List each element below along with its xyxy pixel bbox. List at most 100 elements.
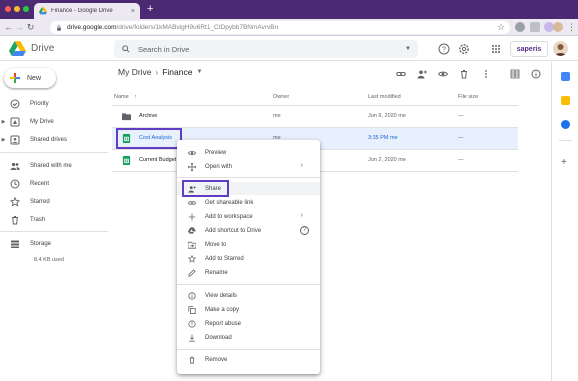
menu-item-view-details[interactable]: View details [177, 289, 320, 302]
close-window-button[interactable] [5, 6, 11, 12]
menu-item-report-abuse[interactable]: Report abuse [177, 317, 320, 330]
file-owner: me [273, 113, 281, 119]
menu-item-download[interactable]: Download [177, 331, 320, 344]
pencil-icon [188, 268, 196, 277]
expand-caret-icon[interactable]: ▶ [0, 137, 7, 143]
menu-item-label: Get shareable link [205, 199, 254, 206]
table-row[interactable]: Archive me Jun 9, 2020 me — [112, 106, 518, 127]
sidebar-item-starred[interactable]: Starred [0, 195, 108, 209]
minimize-window-button[interactable] [14, 6, 20, 12]
link-icon [188, 199, 196, 207]
trash-icon [188, 356, 196, 364]
sidebar-item-priority[interactable]: Priority [0, 97, 108, 111]
menu-item-label: Open with [205, 163, 233, 170]
column-header-owner: Owner [273, 94, 290, 100]
search-icon[interactable] [122, 45, 130, 53]
account-avatar[interactable] [553, 41, 568, 56]
menu-item-add-to-starred[interactable]: Add to Starred [177, 252, 320, 265]
help-icon[interactable]: ? [438, 43, 450, 55]
apps-grid-icon[interactable] [490, 43, 502, 55]
grid-view-icon[interactable] [510, 69, 520, 79]
menu-item-preview[interactable]: Preview [177, 146, 320, 159]
more-options-icon[interactable] [481, 69, 491, 79]
sidebar-item-label: Storage [30, 241, 52, 247]
sidebar-item-trash[interactable]: Trash [0, 213, 108, 227]
delete-icon[interactable] [459, 69, 469, 79]
breadcrumb-current-folder[interactable]: Finance [162, 67, 192, 77]
side-panel-rail: + [551, 62, 578, 381]
info-icon[interactable] [531, 69, 541, 79]
menu-item-label: Remove [205, 356, 228, 363]
window-controls [5, 6, 29, 12]
extension-icon[interactable] [530, 22, 540, 32]
keep-icon[interactable] [561, 96, 570, 105]
preview-eye-icon[interactable] [438, 69, 448, 79]
bookmark-star-icon[interactable]: ☆ [497, 22, 505, 33]
menu-item-label: Preview [205, 149, 227, 156]
sidebar-item-label: Recent [30, 181, 50, 187]
menu-item-label: Report abuse [205, 320, 242, 327]
search-options-icon[interactable]: ▼ [405, 46, 411, 52]
menu-item-label: View details [205, 292, 237, 299]
settings-icon[interactable] [458, 43, 470, 55]
sidebar-item-label: Shared with me [30, 163, 72, 169]
breadcrumb-my-drive[interactable]: My Drive [118, 67, 152, 77]
maximize-window-button[interactable] [23, 6, 29, 12]
sidebar: New Priority ▶ My Drive ▶ Shared drives … [0, 62, 108, 381]
info-icon [188, 291, 196, 300]
search-input[interactable]: Search in Drive ▼ [114, 40, 418, 58]
download-icon [188, 334, 196, 342]
add-addon-icon[interactable]: + [561, 158, 567, 168]
menu-item-add-to-workspace[interactable]: Add to workspace › [177, 210, 320, 223]
sidebar-item-my-drive[interactable]: ▶ My Drive [0, 115, 108, 129]
extension-icon[interactable] [515, 22, 525, 32]
menu-item-label: Make a copy [205, 306, 240, 313]
my-drive-icon [10, 117, 20, 127]
menu-item-remove[interactable]: Remove [177, 353, 320, 366]
forward-icon[interactable]: → [14, 22, 25, 32]
menu-item-rename[interactable]: Rename [177, 266, 320, 279]
share-person-icon[interactable] [417, 69, 427, 79]
profile-avatar[interactable] [553, 22, 563, 32]
url-input[interactable]: drive.google.com /drive/folders/1kMABvig… [50, 21, 510, 34]
help-circle-icon[interactable]: ? [300, 226, 309, 235]
sidebar-item-shared-with-me[interactable]: Shared with me [0, 159, 108, 173]
sort-arrow-icon[interactable]: ↑ [134, 94, 137, 100]
app-name[interactable]: Drive [31, 43, 54, 54]
shared-drives-icon [10, 135, 20, 145]
link-icon[interactable] [396, 69, 406, 79]
sidebar-item-shared-drives[interactable]: ▶ Shared drives [0, 133, 108, 147]
drive-logo-icon[interactable] [9, 41, 26, 56]
browser-menu-icon[interactable]: ⋮ [566, 22, 577, 33]
browser-tab[interactable]: Finance - Google Drive × [34, 3, 140, 19]
menu-item-make-a-copy[interactable]: Make a copy [177, 303, 320, 316]
svg-text:?: ? [442, 47, 446, 54]
new-tab-button[interactable]: + [147, 3, 153, 15]
new-button[interactable]: New [4, 68, 56, 88]
file-modified: Jun 2, 2020 me [368, 157, 406, 163]
file-modified: 3:35 PM me [368, 135, 398, 141]
menu-item-get-shareable-link[interactable]: Get shareable link [177, 196, 320, 209]
plus-icon [188, 213, 196, 221]
column-header-last-modified[interactable]: Last modified [368, 94, 401, 100]
menu-item-label: Download [205, 334, 232, 341]
menu-item-move-to[interactable]: Move to [177, 238, 320, 251]
drive-header: Drive Search in Drive ▼ ? saperis [0, 37, 578, 61]
menu-item-add-shortcut-to-drive[interactable]: Add shortcut to Drive ? [177, 224, 320, 237]
expand-caret-icon[interactable]: ▶ [0, 119, 7, 125]
organization-logo[interactable]: saperis [510, 41, 548, 57]
sidebar-item-storage[interactable]: Storage [0, 237, 108, 251]
browser-tab-bar: Finance - Google Drive × + [0, 0, 578, 19]
context-menu: Preview Open with › Share Get shareable … [177, 140, 320, 374]
back-icon[interactable]: ← [3, 22, 14, 32]
column-header-name[interactable]: Name ↑ [114, 94, 137, 100]
file-size: — [458, 113, 464, 119]
sidebar-item-recent[interactable]: Recent [0, 177, 108, 191]
menu-item-open-with[interactable]: Open with › [177, 160, 320, 173]
reload-icon[interactable]: ↻ [25, 22, 36, 33]
calendar-icon[interactable] [561, 72, 570, 81]
storage-used-text: 8.4 KB used [34, 257, 64, 263]
folder-menu-caret-icon[interactable]: ▼ [196, 69, 202, 75]
tasks-icon[interactable] [561, 120, 570, 129]
tab-close-icon[interactable]: × [131, 8, 135, 15]
